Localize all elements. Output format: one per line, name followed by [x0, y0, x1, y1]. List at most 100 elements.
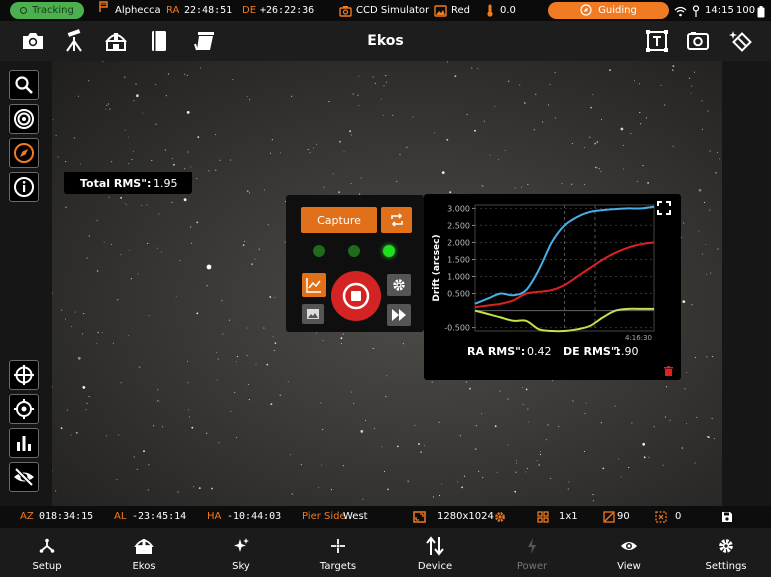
star [148, 315, 150, 317]
chart-toggle-button[interactable] [302, 273, 326, 297]
rms-row: RA RMS": 0.42 DE RMS": 1.90 [424, 342, 681, 360]
notebook-icon[interactable] [147, 29, 171, 53]
star [631, 422, 633, 424]
star [527, 421, 529, 423]
star [148, 464, 150, 466]
info-button[interactable] [9, 172, 39, 202]
star [446, 61, 448, 63]
status-led [348, 245, 360, 257]
star [81, 333, 83, 335]
star [188, 416, 190, 418]
star [188, 409, 190, 411]
nav-setup[interactable]: Setup [7, 528, 87, 577]
gear-icon [393, 279, 405, 291]
nav-power[interactable]: Power [492, 528, 572, 577]
nav-sky[interactable]: Sky [201, 528, 281, 577]
star [669, 419, 671, 421]
star [190, 226, 192, 228]
star [206, 432, 208, 434]
auto-detect-icon[interactable] [729, 29, 753, 53]
az-value: 018:34:15 [39, 511, 94, 522]
camera-icon[interactable] [21, 29, 45, 53]
star [352, 93, 354, 95]
star [52, 386, 53, 388]
tracking-status-pill[interactable]: Tracking [10, 2, 84, 19]
star [383, 85, 385, 87]
star [136, 94, 139, 98]
capture-preview-icon[interactable] [686, 29, 710, 53]
star [466, 113, 468, 115]
star [713, 438, 715, 440]
star [123, 76, 126, 79]
star [187, 382, 189, 384]
star [584, 412, 586, 415]
star [707, 110, 709, 112]
count-value: 0 [675, 511, 682, 522]
star [522, 386, 524, 389]
crosshair-button[interactable] [9, 360, 39, 390]
save-icon[interactable] [721, 511, 733, 526]
nav-device[interactable]: Device [395, 528, 475, 577]
star [545, 439, 547, 441]
star [332, 173, 334, 175]
nav-device-label: Device [417, 561, 453, 572]
skip-button[interactable] [387, 304, 411, 326]
battery-icon [757, 5, 765, 18]
target-name[interactable]: Alphecca [115, 0, 161, 21]
star [571, 183, 573, 185]
star [186, 360, 189, 362]
target-button[interactable] [9, 104, 39, 134]
nav-targets[interactable]: Targets [298, 528, 378, 577]
star [177, 491, 179, 493]
star [83, 313, 85, 315]
sky-icon [229, 536, 253, 556]
loop-button[interactable] [381, 207, 412, 233]
nav-ekos[interactable]: Ekos [104, 528, 184, 577]
stop-guiding-button[interactable] [331, 271, 381, 321]
star [536, 460, 538, 462]
observatory-icon[interactable] [104, 29, 128, 53]
nav-view[interactable]: View [589, 528, 669, 577]
search-button[interactable] [9, 70, 39, 100]
star [171, 201, 173, 203]
nav-settings[interactable]: Settings [686, 528, 766, 577]
guiding-status-pill[interactable]: Guiding [548, 2, 669, 19]
compass-button[interactable] [9, 138, 39, 168]
targets-icon [326, 536, 350, 556]
histogram-button[interactable] [9, 428, 39, 458]
star [434, 132, 436, 134]
star [269, 152, 272, 154]
trash-icon[interactable] [664, 361, 673, 380]
ha-label: HA [207, 511, 222, 522]
resolution-gear-icon[interactable] [494, 511, 506, 526]
star [648, 456, 650, 458]
de-value: +26:22:36 [260, 5, 315, 16]
capture-button[interactable]: Capture [301, 207, 377, 233]
expand-icon[interactable] [657, 200, 671, 219]
filter-name[interactable]: Red [451, 0, 470, 21]
star [664, 416, 666, 418]
star [497, 159, 500, 161]
star [583, 184, 585, 186]
guide-settings-button[interactable] [387, 274, 411, 296]
star [160, 251, 162, 253]
binning-value: 1x1 [559, 511, 578, 522]
star [622, 168, 625, 170]
image-button[interactable] [302, 304, 324, 324]
text-frame-icon[interactable] [645, 29, 669, 53]
star [671, 69, 674, 72]
filter-icon [434, 4, 447, 17]
star [184, 168, 186, 170]
hide-button[interactable] [9, 462, 39, 492]
center-button[interactable] [9, 394, 39, 424]
star [320, 402, 322, 404]
star [519, 84, 521, 86]
mount-icon[interactable] [62, 29, 86, 53]
target-icon [14, 109, 34, 129]
flat-panel-icon[interactable] [193, 29, 217, 53]
thermometer-icon [486, 4, 494, 17]
camera-name[interactable]: CCD Simulator [356, 0, 429, 21]
ra-rms-label: RA RMS": [467, 345, 526, 358]
star [173, 163, 175, 166]
star [538, 464, 541, 466]
